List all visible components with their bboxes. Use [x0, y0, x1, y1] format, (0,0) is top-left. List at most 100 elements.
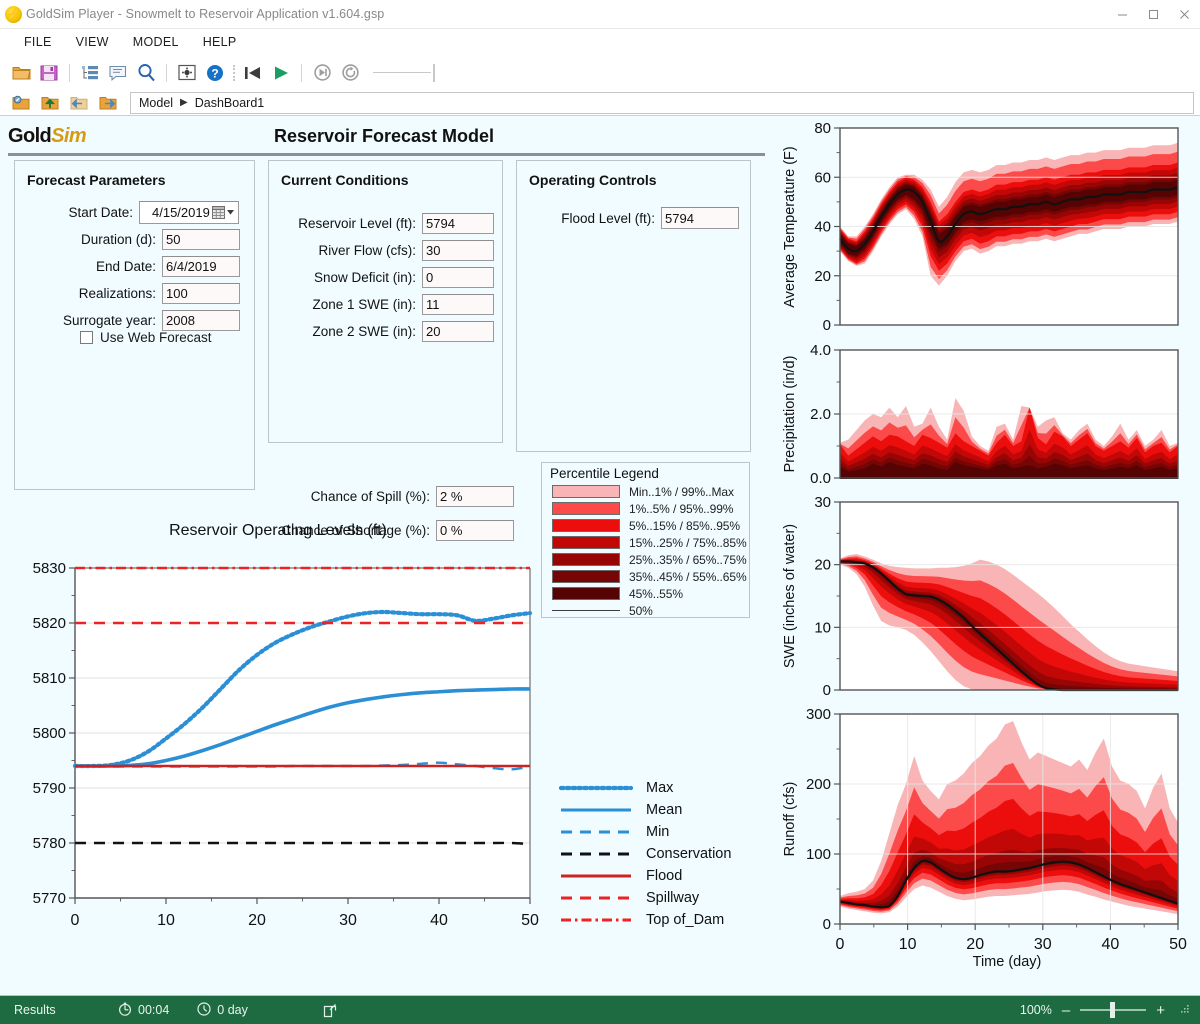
runoff-ylabel: Runoff (cfs) [782, 781, 798, 857]
reservoir-legend-label: Max [646, 780, 674, 796]
open-icon[interactable] [8, 60, 34, 86]
river-flow-row: River Flow (cfs): 30 [269, 238, 504, 262]
forward-icon[interactable] [95, 90, 121, 116]
svg-text:?: ? [211, 66, 218, 80]
minimize-button[interactable] [1107, 0, 1138, 29]
svg-text:5820: 5820 [33, 615, 66, 632]
precipitation-ylabel: Precipitation (in/d) [782, 355, 798, 473]
breadcrumb[interactable]: Model ▶ DashBoard1 [130, 91, 1194, 114]
swe-ylabel: SWE (inches of water) [782, 523, 798, 669]
speed-slider-track[interactable] [373, 72, 431, 73]
chance-of-spill-label: Chance of Spill (%): [310, 488, 430, 504]
maximize-button[interactable] [1138, 0, 1169, 29]
svg-text:200: 200 [806, 776, 831, 793]
back-icon[interactable] [66, 90, 92, 116]
breadcrumb-root[interactable]: Model [139, 96, 173, 110]
reset-icon[interactable] [337, 60, 363, 86]
precipitation-chart: 0.0 2.0 4.0 Precipitation (in/d) [772, 342, 1190, 489]
zoom-slider[interactable] [1080, 1002, 1147, 1018]
reservoir-chart-legend: Max Mean Min Conservation Flood Spillway Top o… [558, 777, 731, 931]
duration-row: Duration (d): 50 [15, 227, 256, 251]
svg-text:10: 10 [899, 936, 917, 953]
up-level-icon[interactable] [37, 90, 63, 116]
note-icon[interactable] [105, 60, 131, 86]
run-icon[interactable] [268, 60, 294, 86]
reservoir-level-input[interactable]: 5794 [422, 212, 494, 234]
menu-bar: FILE VIEW MODEL HELP [0, 29, 1200, 55]
zoom-in-button[interactable]: + [1156, 1002, 1165, 1019]
zone1-swe-label: Zone 1 SWE (in): [312, 296, 416, 312]
breadcrumb-current[interactable]: DashBoard1 [195, 96, 265, 110]
menu-view[interactable]: VIEW [64, 32, 121, 52]
svg-text:20: 20 [248, 912, 266, 929]
dashboard-canvas: GoldSim Reservoir Forecast Model Forecas… [0, 116, 1200, 995]
svg-text:0: 0 [823, 916, 831, 933]
step-icon[interactable] [309, 60, 335, 86]
reservoir-legend-label: Spillway [646, 890, 700, 906]
svg-text:20: 20 [966, 936, 984, 953]
start-date-input[interactable]: 4/15/2019 [139, 200, 239, 224]
flood-level-input[interactable]: 5794 [661, 207, 739, 229]
swe-svg: 0 10 20 30 [814, 494, 1179, 699]
svg-text:5790: 5790 [33, 780, 66, 797]
search-icon[interactable] [133, 60, 159, 86]
percentile-legend-row: 1%..5% / 95%..99% [542, 500, 749, 517]
main-toolbar: ? [0, 55, 1200, 90]
use-web-forecast-row[interactable]: Use Web Forecast [80, 330, 212, 345]
average_temperature-svg: 0 20 40 60 80 [814, 120, 1179, 334]
zone1-swe-row: Zone 1 SWE (in): 11 [269, 292, 504, 316]
rewind-icon[interactable] [240, 60, 266, 86]
dashboard-right-column: 0 20 40 60 80 Average Temperature (F) 0.0 2.0 4.… [772, 116, 1200, 995]
goldsim-player-window: ⚡ GoldSim Player - Snowmelt to Reservoir… [0, 0, 1200, 1024]
surrogate-year-input[interactable]: 2008 [162, 309, 240, 331]
reservoir-legend-row: Top of_Dam [560, 909, 731, 931]
zoom-slider-thumb[interactable] [1110, 1002, 1116, 1018]
menu-help[interactable]: HELP [191, 32, 249, 52]
river-flow-input[interactable]: 30 [422, 239, 494, 261]
svg-text:4.0: 4.0 [810, 342, 831, 359]
dashboard-header: GoldSim Reservoir Forecast Model [4, 120, 765, 156]
svg-text:2.0: 2.0 [810, 406, 831, 423]
reservoir-legend-row: Max [558, 777, 731, 799]
menu-file[interactable]: FILE [12, 32, 64, 52]
save-icon[interactable] [36, 60, 62, 86]
svg-text:30: 30 [339, 912, 357, 929]
chevron-down-icon [227, 209, 234, 215]
zone1-swe-input[interactable]: 11 [422, 293, 494, 315]
runoff-chart: 0 100 200 300 0 10 20 30 40 50 Runoff (cfs) [772, 706, 1190, 961]
duration-input[interactable]: 50 [162, 228, 240, 250]
reservoir-legend-label: Top of_Dam [646, 912, 725, 928]
svg-text:40: 40 [1102, 936, 1120, 953]
header-divider [8, 153, 765, 156]
menu-model[interactable]: MODEL [121, 32, 191, 52]
close-button[interactable] [1169, 0, 1200, 29]
use-web-forecast-checkbox[interactable] [80, 331, 93, 344]
svg-text:0: 0 [836, 936, 845, 953]
new-container-icon[interactable] [8, 90, 34, 116]
svg-text:5770: 5770 [33, 890, 66, 907]
zone2-swe-row: Zone 2 SWE (in): 20 [269, 319, 504, 343]
flood-level-row: Flood Level (ft): 5794 [517, 206, 752, 230]
snow-deficit-input[interactable]: 0 [422, 266, 494, 288]
zone2-swe-input[interactable]: 20 [422, 320, 494, 342]
zoom-out-button[interactable]: – [1062, 1002, 1070, 1019]
end-date-row: End Date: 6/4/2019 [15, 254, 256, 278]
model-tree-icon[interactable] [77, 60, 103, 86]
reservoir-legend-label: Mean [646, 802, 683, 818]
forecast-parameters-title: Forecast Parameters [27, 172, 166, 188]
properties-icon[interactable] [174, 60, 200, 86]
svg-text:20: 20 [814, 268, 831, 285]
resize-grip-icon[interactable] [1179, 1003, 1190, 1017]
speed-slider-thumb[interactable] [433, 63, 435, 82]
percentile-legend-label: Min..1% / 99%..Max [629, 484, 734, 499]
end-date-input[interactable]: 6/4/2019 [162, 255, 240, 277]
calendar-icon[interactable] [212, 205, 234, 219]
help-icon[interactable]: ? [202, 60, 228, 86]
snow-deficit-row: Snow Deficit (in): 0 [269, 265, 504, 289]
percentile-legend-swatch [552, 485, 620, 498]
percentile-legend-row: Min..1% / 99%..Max [542, 483, 749, 500]
realizations-input[interactable]: 100 [162, 282, 240, 304]
reservoir-legend-row: Flood [560, 865, 731, 887]
svg-text:20: 20 [814, 557, 831, 574]
svg-text:30: 30 [1034, 936, 1052, 953]
